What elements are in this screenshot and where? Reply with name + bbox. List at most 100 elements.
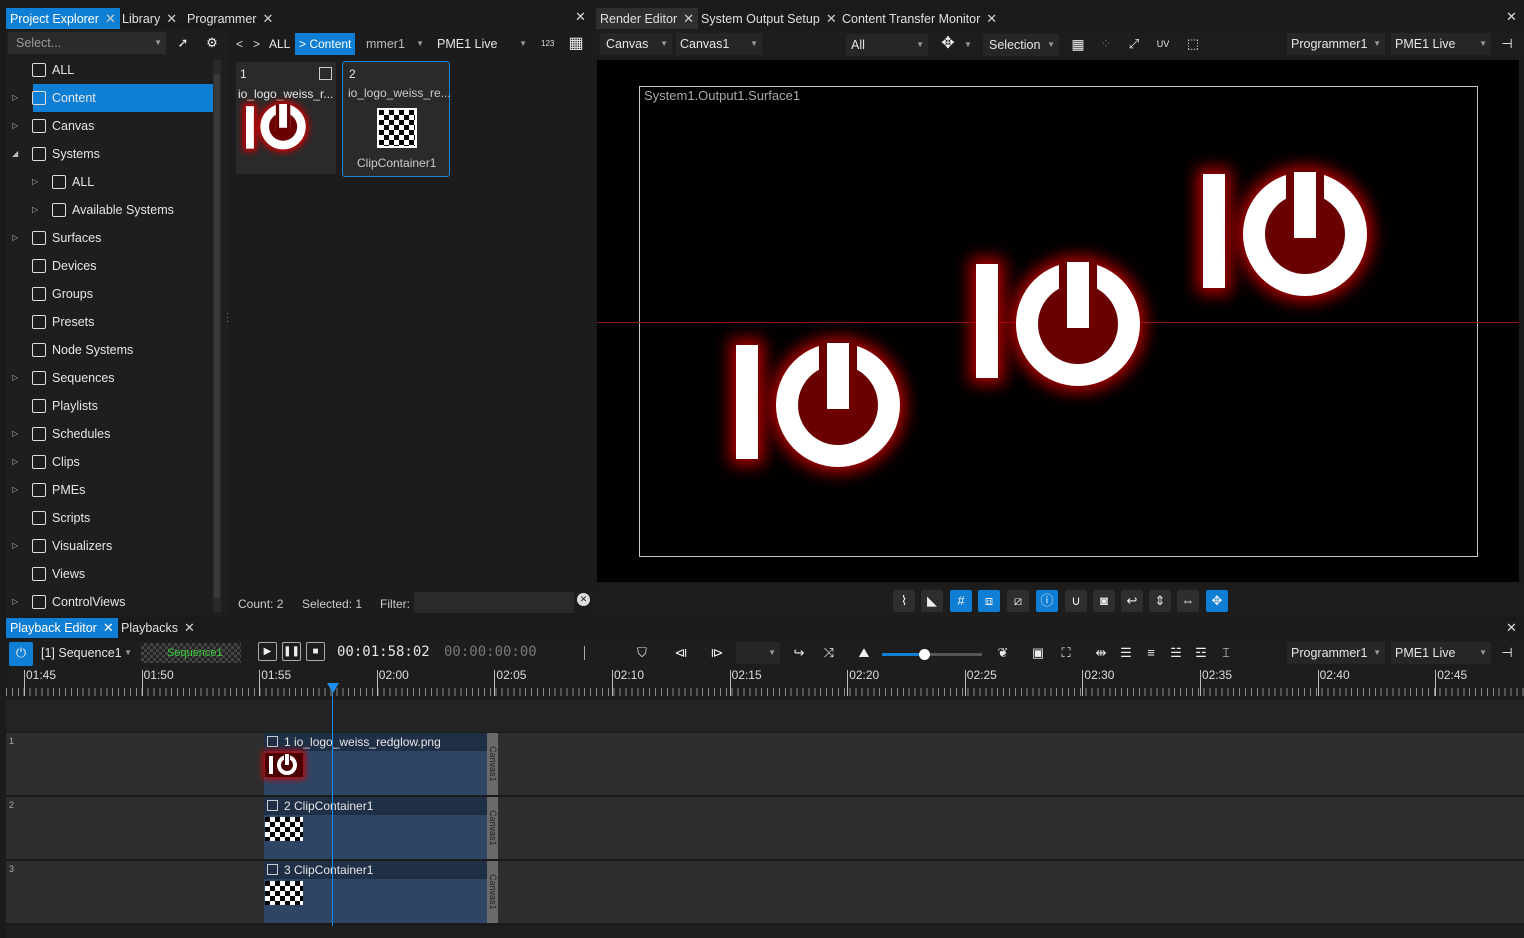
- arrows-icon[interactable]: ⇹: [1090, 642, 1112, 664]
- programmer-dropdown[interactable]: Programmer1 ▼: [1287, 642, 1385, 664]
- render-viewport[interactable]: System1.Output1.Surface1: [597, 60, 1519, 582]
- pause-icon[interactable]: ❚❚: [282, 642, 301, 661]
- pin-icon[interactable]: ⊣: [1496, 642, 1518, 664]
- timeline-ruler[interactable]: [6, 668, 1524, 698]
- clear-filter-icon[interactable]: ✕: [577, 593, 590, 606]
- tab-playbacks[interactable]: Playbacks ✕: [117, 618, 199, 638]
- play-icon[interactable]: ▶: [258, 642, 277, 661]
- navigate-icon[interactable]: ✥: [1206, 590, 1228, 612]
- close-icon[interactable]: ✕: [262, 11, 273, 26]
- pme-dropdown[interactable]: PME1 Live ▼: [437, 33, 531, 55]
- tab-programmer[interactable]: Programmer ✕: [183, 8, 277, 29]
- expand-arrow-icon[interactable]: ▷: [32, 196, 38, 224]
- zoom-slider[interactable]: [882, 649, 982, 660]
- content-item-2[interactable]: 2 io_logo_weiss_re... ClipContainer1: [342, 61, 451, 177]
- grid-view-icon[interactable]: ▦: [565, 33, 587, 55]
- list-add-icon[interactable]: ☱: [1165, 642, 1187, 664]
- magnet-icon[interactable]: ∪: [1065, 590, 1087, 612]
- tree-item-node-systems[interactable]: Node Systems: [6, 336, 216, 364]
- waveform-icon[interactable]: ⌇: [893, 590, 915, 612]
- filter-input[interactable]: [414, 592, 574, 613]
- camera-icon[interactable]: ⧈: [978, 590, 1000, 612]
- jump-icon[interactable]: ↪: [788, 642, 810, 664]
- snapshot-icon[interactable]: ◙: [1093, 590, 1115, 612]
- tree-item-scripts[interactable]: Scripts: [6, 504, 216, 532]
- tree-item-views[interactable]: Views: [6, 560, 216, 588]
- text-cursor-icon[interactable]: ⌶: [1215, 642, 1237, 664]
- zoom-slider-thumb[interactable]: [919, 649, 930, 660]
- fullscreen-icon[interactable]: ⛶: [1055, 642, 1077, 664]
- mode-dropdown[interactable]: Canvas ▼: [600, 33, 672, 55]
- close-panel-icon[interactable]: ✕: [1506, 9, 1517, 25]
- tree-item-playlists[interactable]: Playlists: [6, 392, 216, 420]
- playhead-handle[interactable]: [327, 683, 339, 693]
- tree-item-presets[interactable]: Presets: [6, 308, 216, 336]
- numbering-toggle[interactable]: 123: [541, 39, 554, 48]
- tab-system-output-setup[interactable]: System Output Setup ✕: [697, 8, 841, 29]
- content-item-1[interactable]: 1 io_logo_weiss_r...: [236, 62, 336, 174]
- tree-item-all[interactable]: ▷ ALL: [6, 168, 216, 196]
- expand-arrow-icon[interactable]: ▷: [12, 532, 18, 560]
- shuffle-icon[interactable]: ⤨: [818, 642, 840, 664]
- expand-arrow-icon[interactable]: ▷: [12, 364, 18, 392]
- close-icon[interactable]: ✕: [986, 11, 997, 26]
- tree-item-available-systems[interactable]: ▷ Available Systems: [6, 196, 216, 224]
- tab-playback-editor[interactable]: Playback Editor ✕: [6, 618, 118, 638]
- fit-horizontal-icon[interactable]: ⇔: [1177, 590, 1199, 612]
- tree-item-visualizers[interactable]: ▷ Visualizers: [6, 532, 216, 560]
- tree-item-sequences[interactable]: ▷ Sequences: [6, 364, 216, 392]
- breadcrumb-content[interactable]: > Content: [295, 33, 356, 55]
- tree-item-groups[interactable]: Groups: [6, 280, 216, 308]
- breadcrumb-all[interactable]: ALL: [269, 37, 290, 51]
- tree-scrollbar[interactable]: [213, 60, 221, 612]
- grid-snap-icon[interactable]: ▦: [1067, 33, 1089, 55]
- sequence-dropdown[interactable]: [1] Sequence1 ▼: [37, 642, 136, 664]
- close-icon[interactable]: ✕: [103, 620, 114, 635]
- info-icon[interactable]: ⓘ: [1036, 590, 1058, 612]
- close-panel-icon[interactable]: ✕: [1506, 620, 1517, 636]
- move-icon[interactable]: ✥: [937, 33, 959, 55]
- nav-back-button[interactable]: <: [236, 37, 243, 51]
- warp-icon[interactable]: ⤢: [1123, 33, 1145, 55]
- canvas-dropdown[interactable]: Canvas1 ▼: [676, 33, 762, 55]
- close-icon[interactable]: ✕: [166, 11, 177, 26]
- undo-icon[interactable]: ↩: [1121, 590, 1143, 612]
- tree-item-schedules[interactable]: ▷ Schedules: [6, 420, 216, 448]
- marker-icon[interactable]: ⛉: [631, 642, 653, 664]
- gear-icon[interactable]: ⚙: [201, 32, 223, 54]
- cue-dropdown[interactable]: ▼: [736, 642, 780, 664]
- image-icon[interactable]: ⛰: [853, 642, 875, 664]
- pin-icon[interactable]: ⊣: [1496, 33, 1518, 55]
- expand-arrow-icon[interactable]: ▷: [12, 476, 18, 504]
- close-icon[interactable]: ✕: [683, 11, 694, 26]
- expand-arrow-icon[interactable]: ▷: [12, 224, 18, 252]
- uv-icon[interactable]: UV: [1152, 33, 1174, 55]
- expanded-arrow-icon[interactable]: ◢: [12, 140, 18, 168]
- list-icon[interactable]: ≡: [1140, 642, 1162, 664]
- gradient-icon[interactable]: ◣: [921, 590, 943, 612]
- lotus-icon[interactable]: ❦: [992, 642, 1014, 664]
- align-icon[interactable]: ☰: [1115, 642, 1137, 664]
- timeline-clip[interactable]: 3 ClipContainer1 Canvas1: [264, 861, 498, 923]
- tree-item-surfaces[interactable]: ▷ Surfaces: [6, 224, 216, 252]
- nav-forward-button[interactable]: >: [253, 37, 260, 51]
- move-dropdown-caret[interactable]: ▼: [964, 40, 972, 49]
- tree-item-content[interactable]: ▷ Content: [12, 84, 215, 112]
- expand-arrow-icon[interactable]: ▷: [32, 168, 38, 196]
- tree-item-systems[interactable]: ◢ Systems: [6, 140, 216, 168]
- power-icon[interactable]: ⏻: [9, 642, 33, 666]
- close-panel-icon[interactable]: ✕: [575, 9, 586, 25]
- expand-arrow-icon[interactable]: ▷: [12, 448, 18, 476]
- close-icon[interactable]: ✕: [826, 11, 837, 26]
- tree-item-all[interactable]: ALL: [6, 56, 216, 84]
- fit-vertical-icon[interactable]: ⇕: [1149, 590, 1171, 612]
- hide-icon[interactable]: ⧄: [1007, 590, 1029, 612]
- layer-dropdown[interactable]: All ▼: [846, 34, 928, 56]
- fit-icon[interactable]: ▣: [1027, 642, 1049, 664]
- pme-dropdown[interactable]: PME1 Live ▼: [1391, 33, 1491, 55]
- track-row[interactable]: 2: [6, 797, 1524, 859]
- bounds-icon[interactable]: ⬚: [1182, 33, 1204, 55]
- track-row[interactable]: 3: [6, 861, 1524, 923]
- expand-arrow-icon[interactable]: ▷: [12, 112, 18, 140]
- grid-icon[interactable]: #: [950, 590, 972, 612]
